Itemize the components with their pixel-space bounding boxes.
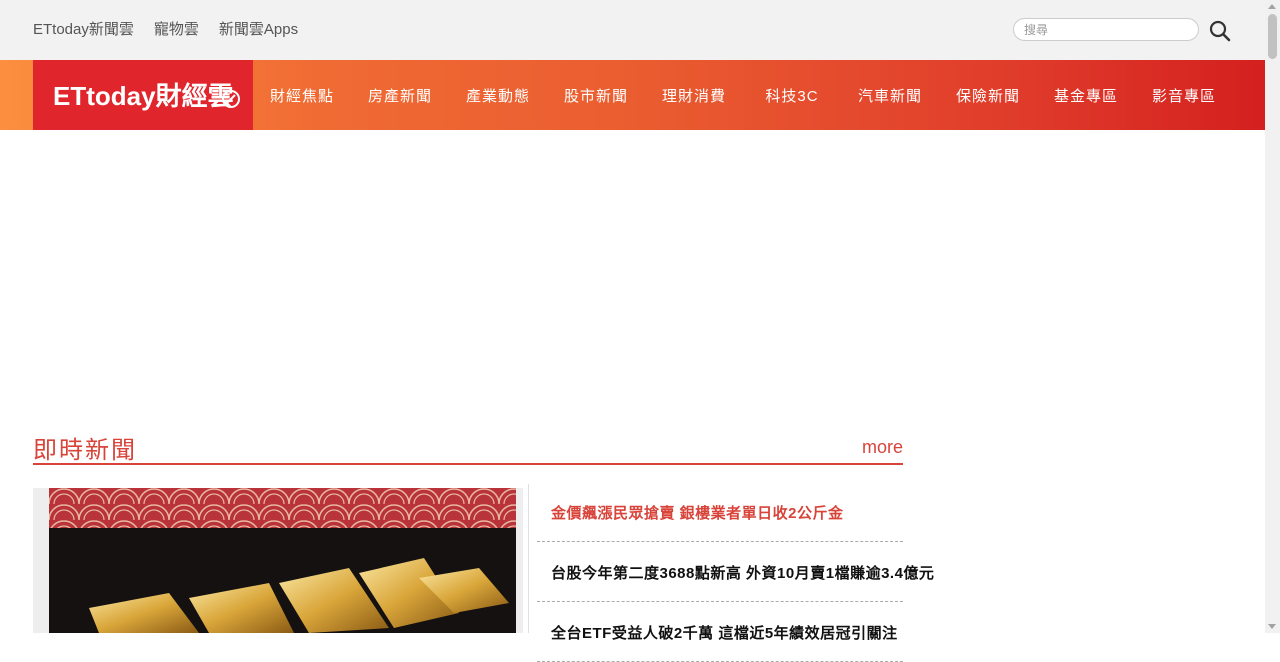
search-button[interactable]	[1208, 19, 1232, 43]
ad-space	[33, 140, 903, 410]
top-link-apps[interactable]: 新聞雲Apps	[219, 20, 298, 40]
nav-item-stocks[interactable]: 股市新聞	[547, 60, 645, 130]
top-link-ettoday[interactable]: ETtoday新聞雲	[33, 20, 134, 40]
ettoday-finance-logo: ETtoday財經雲	[53, 81, 240, 111]
nav-item-insurance[interactable]: 保險新聞	[939, 60, 1037, 130]
top-link-pets[interactable]: 寵物雲	[154, 20, 199, 40]
top-utility-bar: ETtoday新聞雲 寵物雲 新聞雲Apps	[0, 0, 1265, 60]
scroll-up-arrow-icon[interactable]	[1268, 4, 1276, 9]
column-divider	[528, 484, 529, 633]
svg-text:ETtoday財經雲: ETtoday財經雲	[53, 81, 234, 111]
section-title: 即時新聞	[33, 437, 137, 464]
nav-item-industry[interactable]: 產業動態	[449, 60, 547, 130]
headline-item: 台股今年第二度3688點新高 外資10月賣1檔賺逾3.4億元	[537, 542, 934, 602]
section-header: 即時新聞 more	[33, 428, 903, 465]
nav-item-autos[interactable]: 汽車新聞	[841, 60, 939, 130]
vertical-scrollbar[interactable]	[1265, 0, 1280, 633]
nav-menu: 財經焦點 房產新聞 產業動態 股市新聞 理財消費 科技3C 汽車新聞 保險新聞 …	[253, 60, 1233, 130]
headline-link[interactable]: 台股今年第二度3688點新高 外資10月賣1檔賺逾3.4億元	[551, 565, 934, 582]
main-nav-bar: ETtoday財經雲 財經焦點 房產新聞 產業動態 股市新聞 理財消費 科技3C…	[0, 60, 1265, 130]
nav-item-video[interactable]: 影音專區	[1135, 60, 1233, 130]
headline-list: 金價飆漲民眾搶賣 銀樓業者單日收2公斤金 台股今年第二度3688點新高 外資10…	[537, 482, 934, 662]
more-link[interactable]: more	[862, 437, 903, 458]
search-input[interactable]	[1013, 18, 1199, 41]
headline-link[interactable]: 全台ETF受益人破2千萬 這檔近5年績效居冠引關注	[551, 625, 898, 642]
headline-item: 金價飆漲民眾搶賣 銀樓業者單日收2公斤金	[537, 482, 903, 542]
nav-item-tech-3c[interactable]: 科技3C	[743, 60, 841, 130]
search-icon	[1209, 20, 1231, 42]
nav-item-real-estate[interactable]: 房產新聞	[351, 60, 449, 130]
top-links: ETtoday新聞雲 寵物雲 新聞雲Apps	[33, 20, 298, 40]
featured-story	[33, 488, 523, 633]
nav-item-finance-focus[interactable]: 財經焦點	[253, 60, 351, 130]
headline-item: 全台ETF受益人破2千萬 這檔近5年績效居冠引關注	[537, 602, 903, 662]
nav-item-consumer[interactable]: 理財消費	[645, 60, 743, 130]
headline-link[interactable]: 金價飆漲民眾搶賣 銀樓業者單日收2公斤金	[551, 505, 844, 522]
gold-bars-photo	[49, 488, 516, 633]
scroll-down-arrow-icon[interactable]	[1268, 624, 1276, 629]
featured-image[interactable]	[49, 488, 516, 633]
scroll-thumb[interactable]	[1268, 14, 1277, 59]
nav-item-funds[interactable]: 基金專區	[1037, 60, 1135, 130]
site-logo[interactable]: ETtoday財經雲	[33, 60, 253, 130]
